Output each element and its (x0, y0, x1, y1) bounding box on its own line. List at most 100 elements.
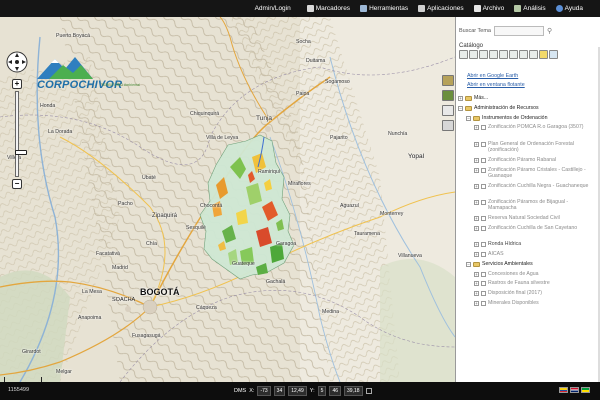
tree-group[interactable]: − Administración de Recursos (458, 105, 594, 111)
catalog-tool-icon[interactable] (469, 50, 478, 59)
expand-icon[interactable]: + (474, 242, 479, 248)
collapse-icon[interactable]: − (466, 115, 471, 121)
expand-icon[interactable]: + (474, 141, 479, 147)
expand-icon[interactable]: + (474, 183, 479, 189)
herramientas-menu[interactable]: Herramientas (357, 5, 411, 12)
measure-tool-button[interactable] (442, 120, 454, 131)
search-input[interactable] (494, 26, 544, 36)
catalog-tool-icon[interactable] (479, 50, 488, 59)
tree-layer[interactable]: + Minerales Disponibles (474, 300, 594, 306)
catalog-tool-icon[interactable] (509, 50, 518, 59)
archivo-menu[interactable]: Archivo (471, 5, 508, 12)
tree-layer[interactable]: + Ronda Hídrica (474, 241, 594, 248)
marcadores-menu[interactable]: Marcadores (304, 5, 353, 12)
map-place-label: Anapoima (78, 315, 102, 321)
zoom-slider[interactable]: + − (12, 79, 27, 189)
tree-layer[interactable]: + Zonificación Páramo Cristales - Castill… (474, 167, 594, 179)
layer-checkbox[interactable] (481, 141, 486, 147)
tree-layer[interactable]: + Plan General de Ordenación Forestal (zo… (474, 141, 594, 153)
catalog-tool-icon[interactable] (459, 50, 468, 59)
collapse-icon[interactable]: − (458, 105, 463, 111)
apps-icon (418, 5, 426, 12)
expand-icon[interactable]: + (474, 281, 479, 287)
tree-group[interactable]: − Instrumentos de Ordenación (466, 115, 594, 121)
tree-layer[interactable]: + Zonificación Páramos de Bijagual - Mama… (474, 199, 594, 211)
catalog-tool-icon[interactable] (549, 50, 558, 59)
layer-tool-button[interactable] (442, 75, 454, 86)
tree-layer[interactable]: + Disposición final (2017) (474, 290, 594, 297)
copy-icon[interactable] (365, 388, 372, 394)
dms-label[interactable]: DMS (234, 388, 246, 394)
tree-layer[interactable]: + Zonificación Cuchilla de San Cayetano (474, 225, 594, 231)
map-place-label: Villa de Leyva (206, 135, 239, 141)
tree-layer[interactable]: + Zonificación Cuchilla Negra - Guachaneq… (474, 183, 594, 189)
expand-icon[interactable]: + (474, 157, 479, 163)
expand-icon[interactable]: + (474, 226, 479, 231)
layer-checkbox[interactable] (481, 216, 486, 222)
zoom-in-button[interactable]: + (12, 79, 22, 89)
tree-layer[interactable]: + Rastros de Fauna silvestre (474, 280, 594, 287)
tree-layer[interactable]: + Zonificación POMCA R.o Garagoa (3507) (474, 124, 594, 131)
pan-control-icon[interactable] (6, 51, 28, 73)
layer-checkbox[interactable] (481, 157, 486, 163)
tree-layer[interactable]: + Concesiones de Agua (474, 271, 594, 277)
layer-checkbox[interactable] (481, 291, 486, 297)
catalog-tool-icon[interactable] (489, 50, 498, 59)
expand-icon[interactable]: + (474, 252, 479, 257)
layer-checkbox[interactable] (481, 271, 486, 277)
expand-icon[interactable]: + (474, 125, 479, 131)
tree-layer[interactable]: + Zonificación Páramo Rabanal (474, 157, 594, 163)
flag-icon[interactable] (570, 387, 579, 393)
map-side-tools (442, 75, 454, 131)
catalog-tool-icon[interactable] (529, 50, 538, 59)
tree-label: AICAS (488, 251, 504, 257)
admin-login-button[interactable]: Admin/Login (252, 5, 294, 12)
map-canvas[interactable]: Tunja BOGOTÁ SOACHA Yopal Zipaquirá Soga… (0, 17, 455, 382)
tree-layer[interactable]: + Reserva Natural Sociedad Civil (474, 215, 594, 222)
zoom-track[interactable] (15, 91, 27, 177)
zoom-out-button[interactable]: − (12, 179, 22, 189)
layer-checkbox[interactable] (481, 301, 486, 306)
expand-icon[interactable]: + (474, 271, 479, 277)
layer-checkbox[interactable] (481, 252, 486, 257)
expand-icon[interactable]: + (474, 200, 479, 205)
layer-checkbox[interactable] (481, 167, 486, 173)
expand-icon[interactable]: + (474, 291, 479, 297)
layer-checkbox[interactable] (481, 226, 486, 231)
open-google-earth-link[interactable]: Abrir en Google Earth (467, 73, 518, 79)
layer-checkbox[interactable] (481, 242, 486, 248)
catalog-tool-icon[interactable] (539, 50, 548, 59)
coordinate-readout: DMS X: -73 34 12,49 Y: 5 46 39,18 (234, 386, 372, 396)
table-tool-button[interactable] (442, 105, 454, 116)
zoom-thumb[interactable] (15, 150, 27, 155)
tree-group[interactable]: − Servicios Ambientales (466, 261, 594, 267)
expand-icon[interactable]: + (474, 301, 479, 306)
catalog-label: Catálogo (459, 43, 484, 49)
folder-icon (465, 96, 472, 101)
tree-group[interactable]: + Más... (458, 95, 594, 101)
flag-icon[interactable] (559, 387, 568, 393)
catalog-tool-icon[interactable] (519, 50, 528, 59)
tree-layer[interactable]: + AICAS (474, 251, 594, 257)
analisis-menu[interactable]: Análisis (511, 5, 548, 12)
expand-icon[interactable]: + (474, 216, 479, 222)
expand-icon[interactable]: + (474, 167, 479, 173)
open-floating-window-link[interactable]: Abrir en ventana flotante (467, 82, 525, 88)
legend-tool-button[interactable] (442, 90, 454, 101)
analisis-label: Análisis (523, 5, 546, 12)
tree-label: Reserva Natural Sociedad Civil (488, 215, 560, 222)
search-label: Buscar Tema (459, 28, 491, 34)
expand-icon[interactable]: + (458, 96, 463, 101)
map-place-label: Girardot (22, 349, 41, 355)
search-icon[interactable]: ⚲ (547, 27, 552, 35)
map-place-label: Melgar (56, 369, 72, 375)
aplicaciones-menu[interactable]: Aplicaciones (415, 5, 467, 12)
ayuda-menu[interactable]: Ayuda (553, 5, 586, 12)
flag-icon[interactable] (581, 387, 590, 393)
collapse-icon[interactable]: − (466, 261, 471, 267)
layer-checkbox[interactable] (481, 281, 486, 287)
layer-checkbox[interactable] (481, 183, 486, 189)
layer-checkbox[interactable] (481, 200, 486, 205)
catalog-tool-icon[interactable] (499, 50, 508, 59)
layer-checkbox[interactable] (481, 125, 486, 131)
